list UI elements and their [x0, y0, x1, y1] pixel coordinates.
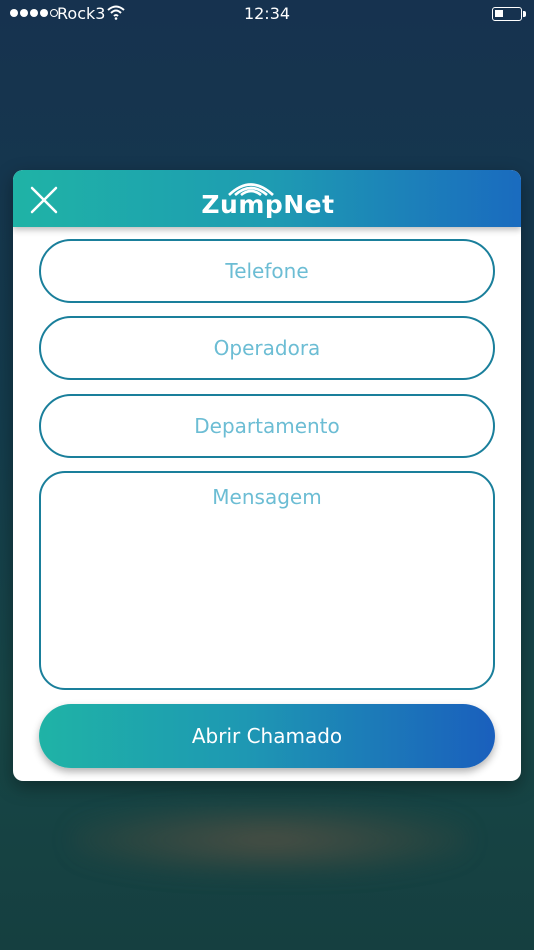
- mensagem-textarea[interactable]: Mensagem: [39, 471, 495, 690]
- mensagem-placeholder: Mensagem: [212, 485, 322, 509]
- departamento-input[interactable]: Departamento: [39, 394, 495, 458]
- abrir-chamado-button[interactable]: Abrir Chamado: [39, 704, 495, 768]
- zumpnet-logo: ZumpNet: [193, 178, 343, 220]
- status-bar: Rock3 12:34: [0, 0, 534, 28]
- clock: 12:34: [243, 4, 291, 23]
- battery-icon: [492, 7, 526, 21]
- telefone-placeholder: Telefone: [225, 259, 309, 283]
- operadora-input[interactable]: Operadora: [39, 316, 495, 380]
- logo-text: ZumpNet: [201, 190, 335, 219]
- background-blur: [70, 805, 470, 875]
- telefone-input[interactable]: Telefone: [39, 239, 495, 303]
- battery-level: [495, 10, 503, 17]
- support-ticket-modal: ZumpNet Telefone Operadora Departamento …: [13, 170, 521, 781]
- operadora-placeholder: Operadora: [213, 336, 321, 360]
- close-icon[interactable]: [29, 185, 59, 215]
- abrir-chamado-label: Abrir Chamado: [191, 724, 343, 748]
- modal-header: ZumpNet: [13, 170, 521, 227]
- departamento-placeholder: Departamento: [194, 414, 340, 438]
